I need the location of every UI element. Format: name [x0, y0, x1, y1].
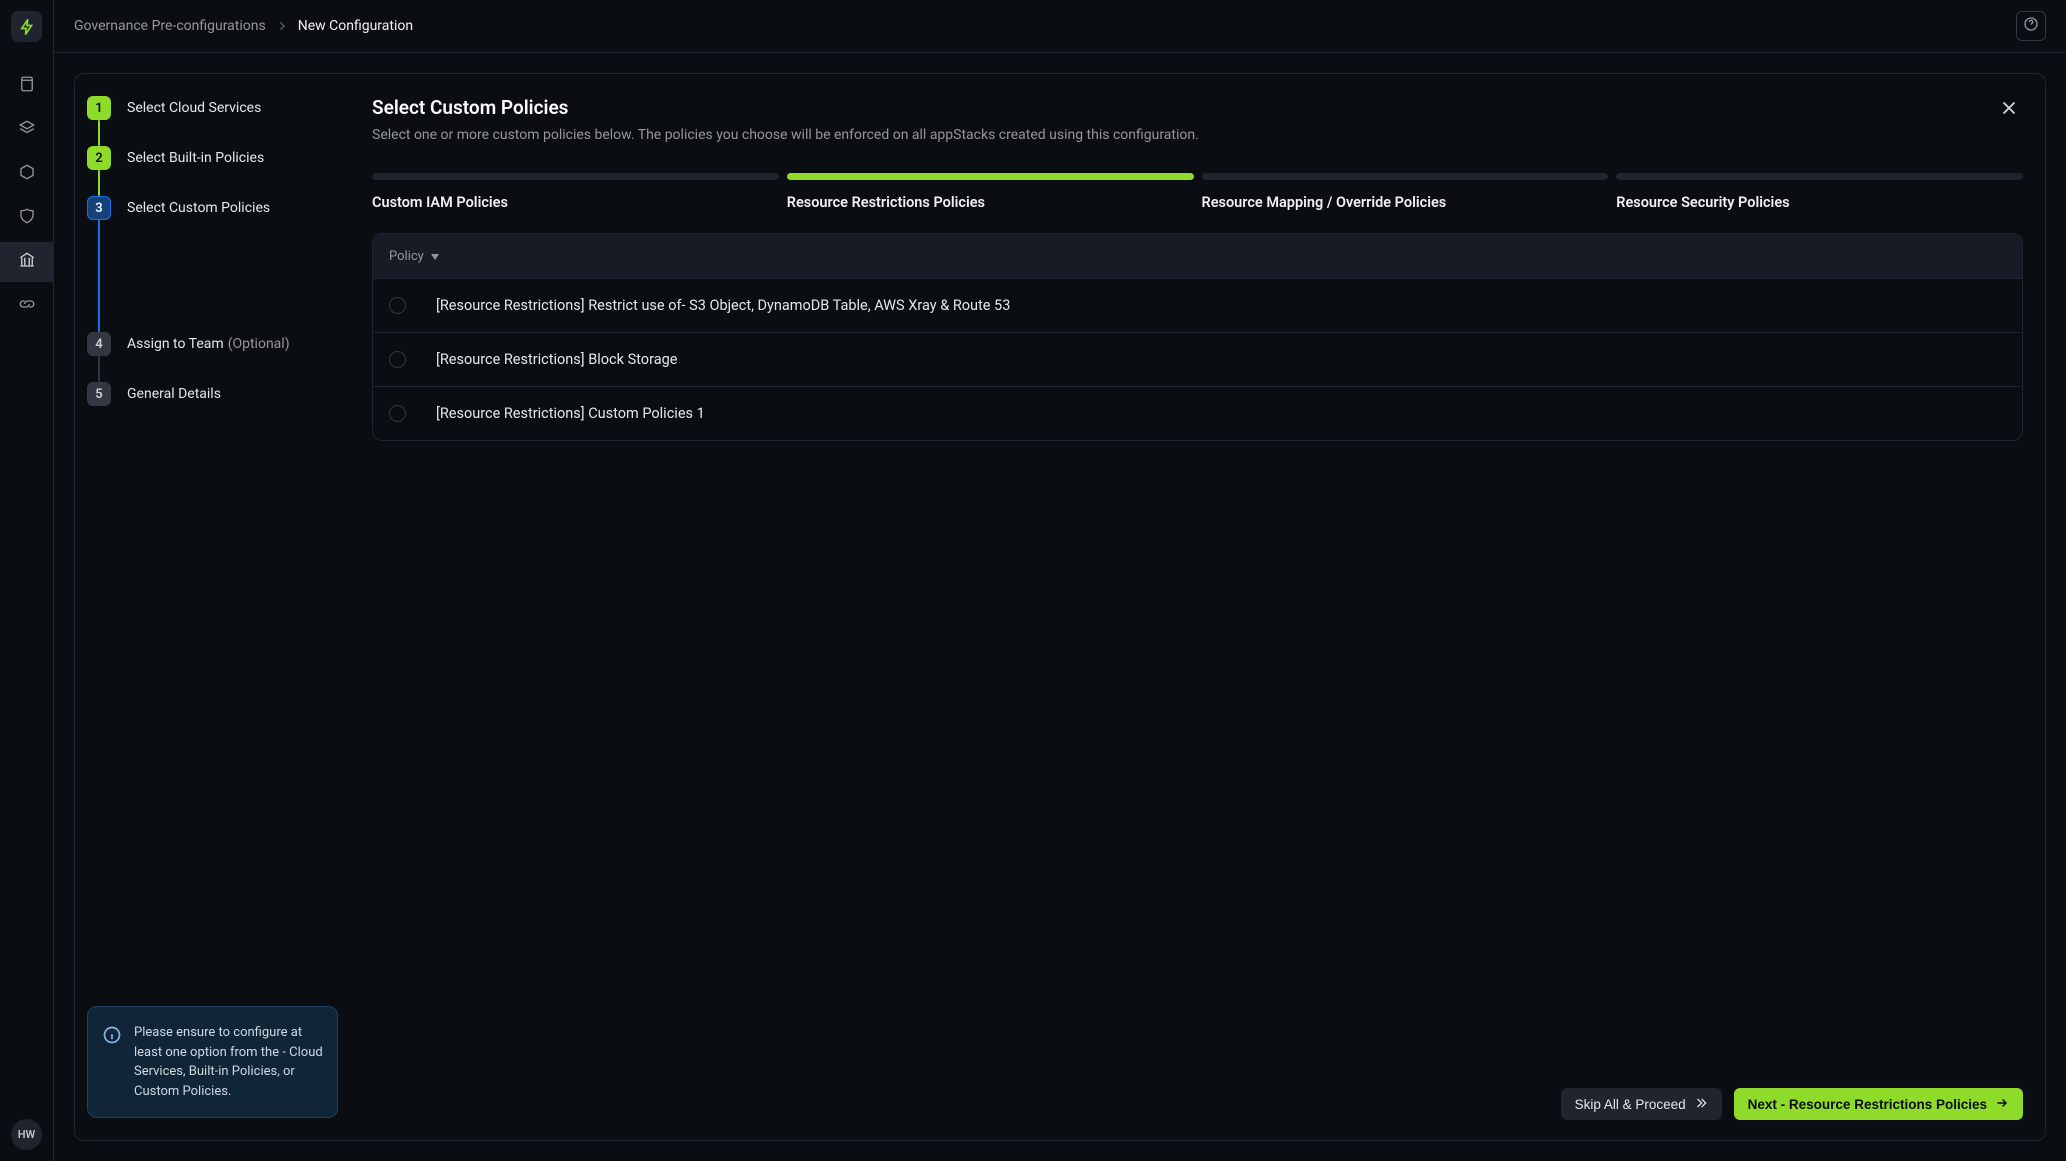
rail-item-governance[interactable] [0, 242, 54, 282]
rail-item-layers[interactable] [0, 110, 54, 150]
page-subtitle: Select one or more custom policies below… [372, 127, 1199, 143]
column-header-policy[interactable]: Policy [389, 249, 440, 264]
step-badge: 3 [87, 196, 111, 220]
user-avatar[interactable]: HW [11, 1119, 42, 1150]
select-radio[interactable] [389, 405, 406, 422]
next-button[interactable]: Next - Resource Restrictions Policies [1734, 1088, 2023, 1120]
help-button[interactable] [2016, 11, 2046, 41]
select-radio[interactable] [389, 351, 406, 368]
breadcrumb-item-root[interactable]: Governance Pre-configurations [74, 18, 266, 34]
step-label: Assign to Team(Optional) [127, 336, 290, 352]
close-button[interactable] [1995, 96, 2023, 124]
topbar: Governance Pre-configurations New Config… [54, 0, 2066, 53]
step-badge: 2 [87, 146, 111, 170]
tab-resource-restrictions[interactable]: Resource Restrictions Policies [787, 173, 1194, 211]
step-4[interactable]: 4 Assign to Team(Optional) [87, 332, 338, 356]
breadcrumb: Governance Pre-configurations New Config… [74, 18, 413, 34]
policy-tabs: Custom IAM Policies Resource Restriction… [372, 173, 2023, 211]
hexagon-icon [18, 163, 36, 185]
tab-resource-mapping[interactable]: Resource Mapping / Override Policies [1202, 173, 1609, 211]
sort-icon [430, 249, 440, 264]
policy-name: [Resource Restrictions] Block Storage [436, 351, 677, 368]
arrow-right-icon [1995, 1096, 2009, 1113]
rail-item-hexagon[interactable] [0, 154, 54, 194]
rail-item-shield[interactable] [0, 198, 54, 238]
link-icon [18, 295, 36, 317]
step-label: Select Custom Policies [127, 200, 270, 216]
side-rail: HW [0, 0, 54, 1161]
table-row[interactable]: [Resource Restrictions] Restrict use of-… [373, 278, 2022, 332]
help-icon [2023, 16, 2039, 36]
step-label: Select Built-in Policies [127, 150, 264, 166]
step-badge: 1 [87, 96, 111, 120]
tab-resource-security[interactable]: Resource Security Policies [1616, 173, 2023, 211]
step-label: General Details [127, 386, 221, 402]
table-row[interactable]: [Resource Restrictions] Custom Policies … [373, 386, 2022, 440]
step-5[interactable]: 5 General Details [87, 382, 338, 406]
policy-name: [Resource Restrictions] Custom Policies … [436, 405, 705, 422]
book-icon [18, 75, 36, 97]
step-1[interactable]: 1 Select Cloud Services [87, 96, 338, 120]
app-logo[interactable] [11, 11, 42, 42]
institution-icon [18, 251, 36, 273]
select-radio[interactable] [389, 297, 406, 314]
close-icon [1998, 97, 2020, 123]
table-row[interactable]: [Resource Restrictions] Block Storage [373, 332, 2022, 386]
rail-item-link[interactable] [0, 286, 54, 326]
tab-custom-iam[interactable]: Custom IAM Policies [372, 173, 779, 211]
info-icon [102, 1023, 122, 1101]
skip-button[interactable]: Skip All & Proceed [1561, 1088, 1722, 1120]
step-2[interactable]: 2 Select Built-in Policies [87, 146, 338, 170]
policy-table: Policy [Resource Restrictions] Restrict … [372, 233, 2023, 441]
rail-item-book[interactable] [0, 66, 54, 106]
policy-name: [Resource Restrictions] Restrict use of-… [436, 297, 1010, 314]
double-chevron-right-icon [1694, 1096, 1708, 1113]
chevron-right-icon [276, 20, 288, 32]
page-title: Select Custom Policies [372, 96, 1199, 119]
shield-icon [18, 207, 36, 229]
step-label: Select Cloud Services [127, 100, 261, 116]
info-alert: Please ensure to configure at least one … [87, 1006, 338, 1118]
step-3[interactable]: 3 Select Custom Policies [87, 196, 338, 220]
layers-icon [18, 119, 36, 141]
step-badge: 4 [87, 332, 111, 356]
info-text: Please ensure to configure at least one … [134, 1023, 323, 1101]
breadcrumb-item-current: New Configuration [298, 18, 413, 34]
stepper-sidebar: 1 Select Cloud Services 2 Select Built-i… [75, 74, 350, 1140]
step-badge: 5 [87, 382, 111, 406]
